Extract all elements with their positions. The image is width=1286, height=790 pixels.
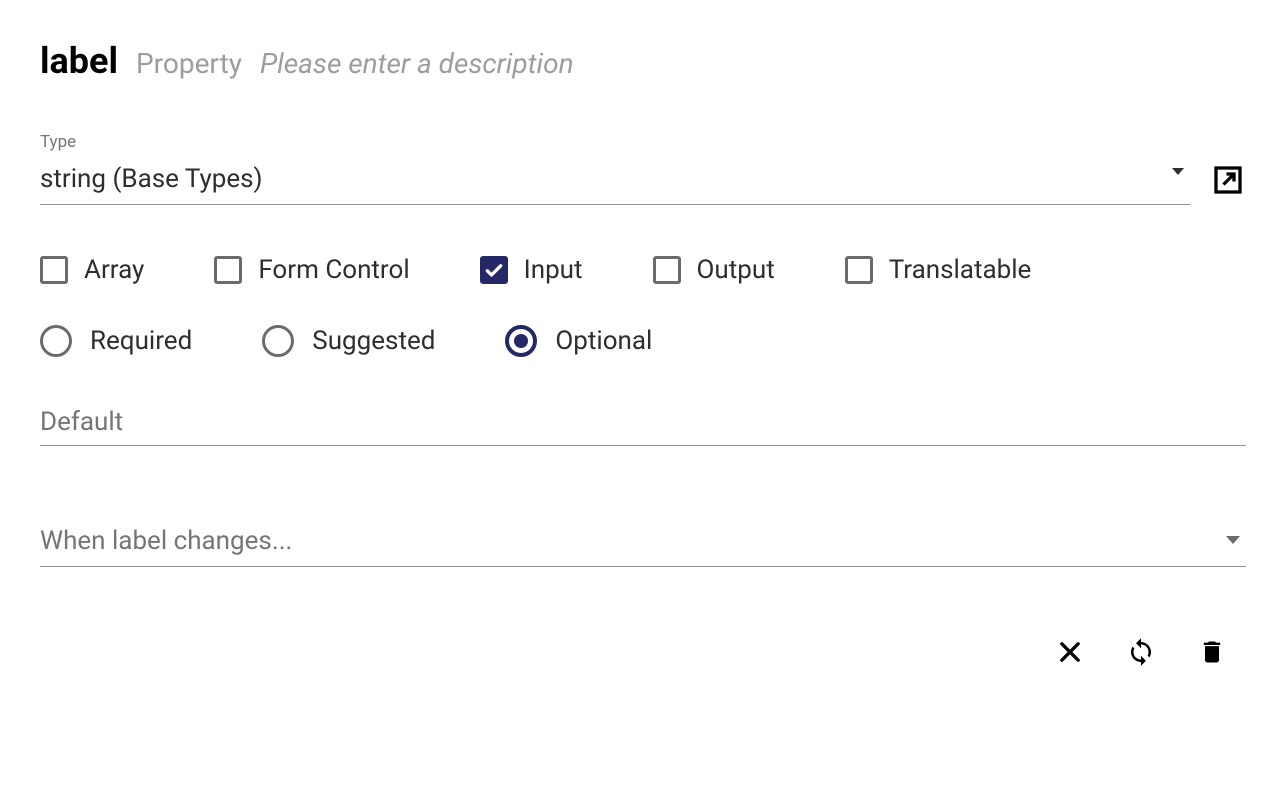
radio-group: Required Suggested Optional	[40, 325, 1246, 357]
close-icon	[1056, 638, 1084, 666]
checkbox-icon	[845, 256, 873, 284]
checkbox-icon	[653, 256, 681, 284]
radio-label: Optional	[555, 326, 652, 356]
checkbox-icon	[214, 256, 242, 284]
checkbox-checked-icon	[480, 256, 508, 284]
checkbox-group: Array Form Control Input Output Translat…	[40, 255, 1246, 285]
type-field: Type string (Base Types)	[40, 132, 1246, 205]
checkbox-label: Array	[84, 255, 144, 285]
checkbox-label: Form Control	[258, 255, 409, 285]
chevron-down-icon	[1226, 536, 1240, 544]
actions-toolbar	[40, 637, 1246, 667]
checkbox-input[interactable]: Input	[480, 255, 583, 285]
radio-required[interactable]: Required	[40, 325, 192, 357]
when-changes-select[interactable]: When label changes...	[40, 526, 1246, 567]
checkbox-label: Input	[524, 255, 583, 285]
default-field[interactable]: Default	[40, 407, 1246, 446]
checkbox-output[interactable]: Output	[653, 255, 775, 285]
radio-suggested[interactable]: Suggested	[262, 325, 435, 357]
checkbox-label: Translatable	[889, 255, 1032, 285]
type-select-value: string (Base Types)	[40, 158, 1190, 204]
open-in-new-icon[interactable]	[1210, 162, 1246, 202]
radio-icon	[40, 325, 72, 357]
description-input[interactable]: Please enter a description	[260, 47, 574, 80]
radio-optional[interactable]: Optional	[505, 325, 652, 357]
type-select[interactable]: string (Base Types)	[40, 158, 1190, 205]
default-placeholder: Default	[40, 407, 123, 437]
checkbox-icon	[40, 256, 68, 284]
radio-label: Required	[90, 326, 192, 356]
property-title: label	[40, 40, 118, 82]
radio-label: Suggested	[312, 326, 435, 356]
property-header: label Property Please enter a descriptio…	[40, 40, 1246, 82]
radio-selected-icon	[505, 325, 537, 357]
close-button[interactable]	[1056, 638, 1084, 666]
property-subtitle: Property	[136, 47, 242, 80]
checkbox-form-control[interactable]: Form Control	[214, 255, 409, 285]
checkbox-array[interactable]: Array	[40, 255, 144, 285]
radio-icon	[262, 325, 294, 357]
checkbox-translatable[interactable]: Translatable	[845, 255, 1032, 285]
delete-icon	[1198, 638, 1226, 666]
chevron-down-icon	[1172, 168, 1184, 175]
refresh-icon	[1126, 637, 1156, 667]
checkbox-label: Output	[697, 255, 775, 285]
delete-button[interactable]	[1198, 638, 1226, 666]
type-label: Type	[40, 132, 1246, 152]
refresh-button[interactable]	[1126, 637, 1156, 667]
when-changes-placeholder: When label changes...	[40, 526, 292, 556]
